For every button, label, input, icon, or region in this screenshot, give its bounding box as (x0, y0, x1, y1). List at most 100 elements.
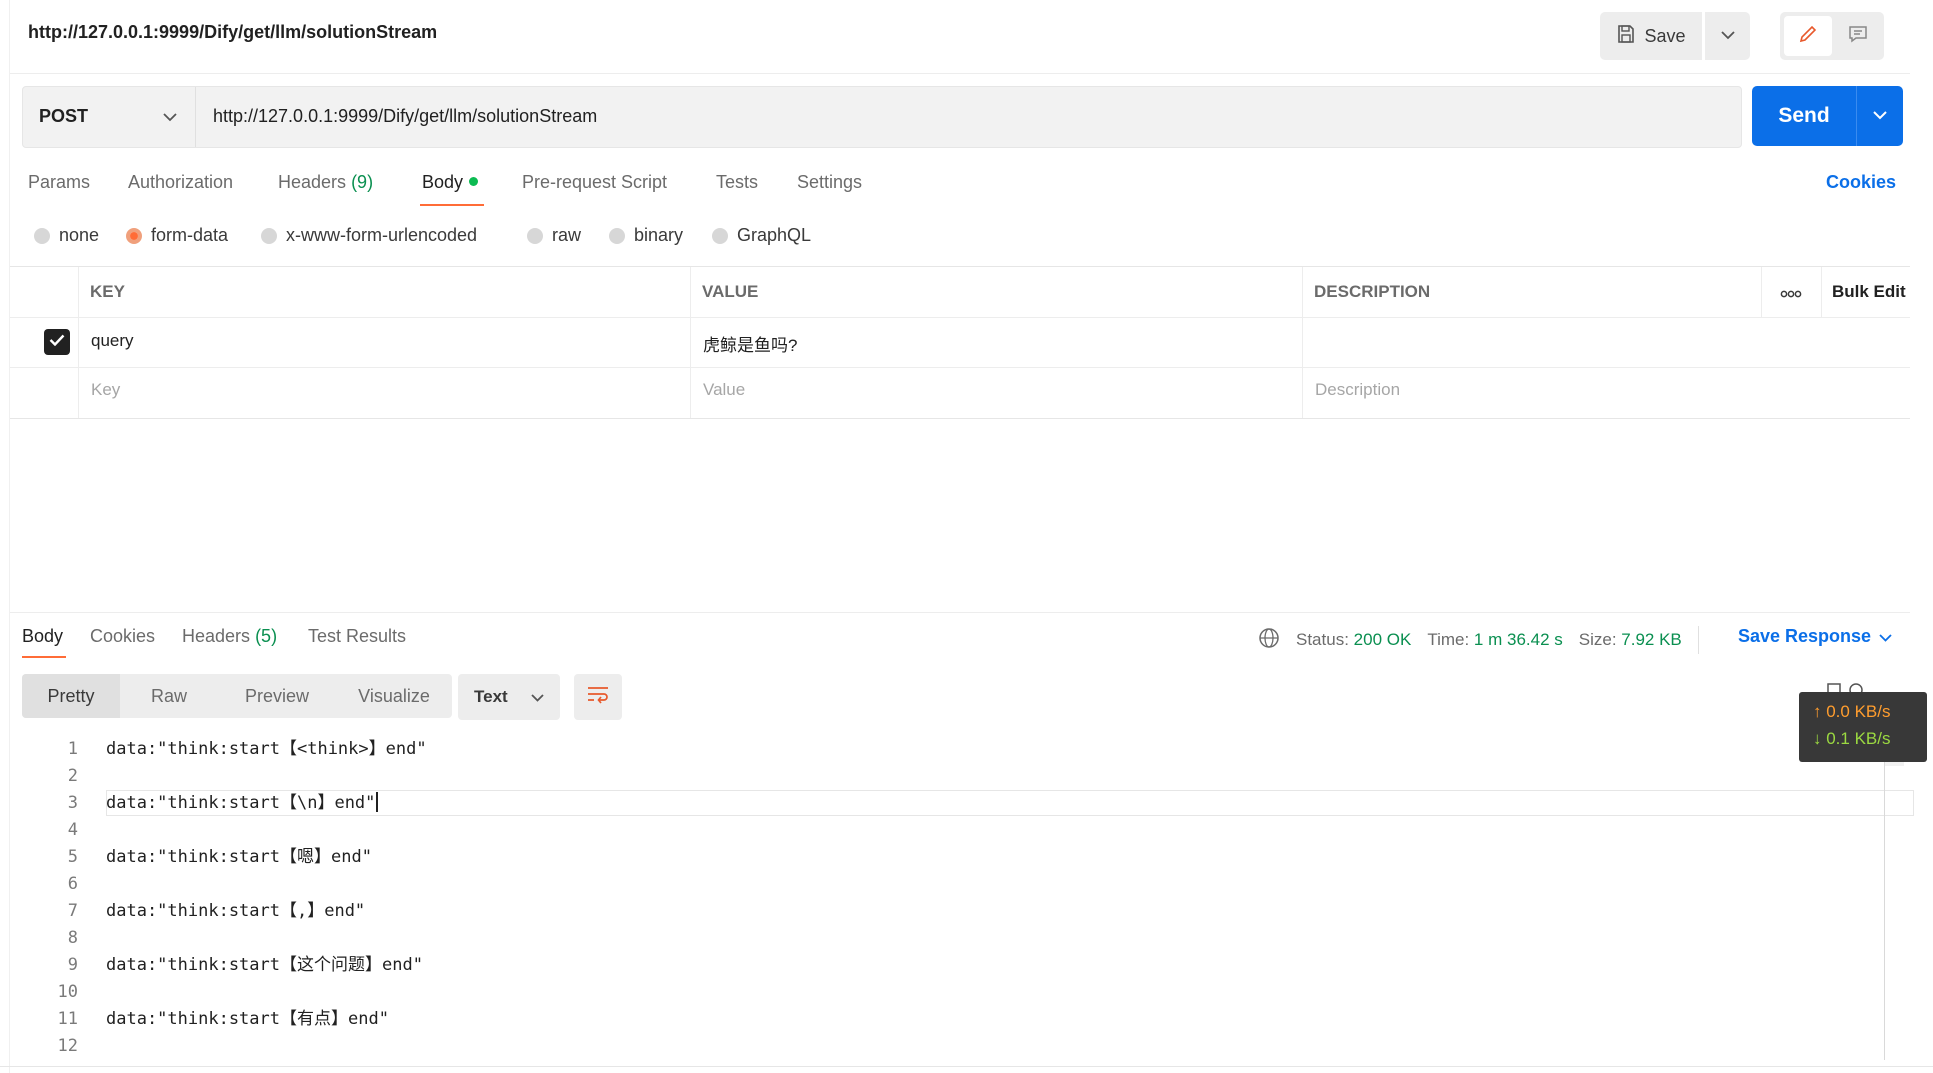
size-label: Size: (1578, 630, 1617, 649)
code-line: 11 data:"think:start【有点】end" (10, 1006, 1900, 1033)
tab-headers-count: (9) (351, 172, 374, 192)
line-text: data:"think:start【嗯】end" (106, 847, 372, 867)
response-tab-cookies[interactable]: Cookies (90, 626, 155, 647)
view-raw[interactable]: Raw (120, 674, 218, 718)
line-text: data:"think:start【\n】end" (106, 793, 376, 813)
line-number: 6 (67, 874, 78, 894)
chevron-down-icon (1720, 27, 1735, 45)
code-line: 5 data:"think:start【嗯】end" (10, 844, 1900, 871)
radio-raw[interactable]: raw (527, 225, 581, 246)
column-header-value: VALUE (702, 282, 759, 301)
radio-none[interactable]: none (34, 225, 99, 246)
save-dropdown-button[interactable] (1705, 12, 1750, 60)
response-tab-body[interactable]: Body (22, 626, 63, 647)
comments-button[interactable] (1834, 16, 1882, 56)
tab-tests[interactable]: Tests (716, 172, 758, 193)
key-placeholder[interactable]: Key (91, 380, 120, 400)
value-placeholder[interactable]: Value (703, 380, 745, 400)
editor-vertical-scrollbar[interactable] (1884, 736, 1885, 1060)
radio-circle (527, 227, 543, 244)
column-header-description: DESCRIPTION (1314, 282, 1431, 301)
view-preview[interactable]: Preview (218, 674, 336, 718)
send-button[interactable]: Send (1752, 86, 1856, 146)
send-dropdown-button[interactable] (1857, 86, 1903, 146)
status-label: Status: (1296, 630, 1349, 649)
active-response-tab-underline (22, 656, 66, 658)
col-divider (690, 267, 691, 418)
column-header-key: KEY (90, 282, 125, 301)
request-title[interactable]: http://127.0.0.1:9999/Dify/get/llm/solut… (28, 22, 437, 43)
radio-circle-selected (126, 227, 142, 244)
url-bar: POST http://127.0.0.1:9999/Dify/get/llm/… (22, 86, 1742, 148)
method-select[interactable]: POST (23, 87, 196, 147)
chevron-down-icon (163, 109, 177, 127)
line-number: 5 (67, 847, 78, 867)
row-divider (10, 367, 1910, 368)
response-body-editor[interactable]: 1 data:"think:start【<think>】end" 2 3 data:… (10, 736, 1914, 1066)
row-enabled-checkbox[interactable] (44, 329, 70, 355)
response-tab-headers[interactable]: Headers (5) (182, 626, 277, 647)
line-number: 10 (57, 982, 78, 1002)
response-tab-test-results[interactable]: Test Results (308, 626, 406, 647)
value-cell[interactable]: 虎鲸是鱼吗? (703, 331, 797, 356)
save-label: Save (1644, 25, 1686, 46)
tab-settings[interactable]: Settings (797, 172, 862, 193)
footer-divider (0, 1066, 1933, 1067)
chevron-down-icon (531, 687, 544, 707)
url-input[interactable]: http://127.0.0.1:9999/Dify/get/llm/solut… (213, 106, 597, 127)
col-divider (1302, 267, 1303, 418)
radio-label: none (59, 225, 100, 245)
radio-circle (609, 227, 625, 244)
time-readout: Time: 1 m 36.42 s (1427, 630, 1562, 650)
more-options-icon[interactable] (1780, 286, 1802, 304)
line-number: 11 (57, 1009, 78, 1029)
col-divider (1761, 267, 1762, 317)
description-placeholder[interactable]: Description (1315, 380, 1400, 400)
tab-params[interactable]: Params (28, 172, 90, 193)
radio-circle (34, 227, 50, 244)
edit-mode-button[interactable] (1784, 16, 1832, 56)
line-number: 2 (67, 766, 78, 786)
radio-label: x-www-form-urlencoded (286, 225, 478, 245)
chevron-down-icon (1879, 626, 1892, 647)
line-text: data:"think:start【<think>】end" (106, 739, 427, 759)
line-number: 3 (67, 793, 78, 813)
line-number: 8 (67, 928, 78, 948)
radio-form-data[interactable]: form-data (126, 225, 228, 246)
radio-graphql[interactable]: GraphQL (712, 225, 811, 246)
line-text: data:"think:start【这个问题】end" (106, 955, 423, 975)
line-text-with-caret: data:"think:start【\n】end" (106, 790, 379, 817)
radio-binary[interactable]: binary (609, 225, 683, 246)
meta-divider (1697, 626, 1699, 654)
save-button[interactable]: Save (1600, 12, 1702, 60)
code-line: 6 (10, 871, 1900, 898)
tab-prerequest-script[interactable]: Pre-request Script (522, 172, 667, 193)
wrap-lines-icon (586, 685, 610, 710)
key-cell[interactable]: query (91, 331, 134, 351)
radio-label: GraphQL (737, 225, 812, 245)
radio-x-www-form-urlencoded[interactable]: x-www-form-urlencoded (261, 225, 477, 246)
save-response-button[interactable]: Save Response (1738, 626, 1892, 647)
wrap-lines-button[interactable] (574, 674, 622, 720)
code-line: 7 data:"think:start【,】end" (10, 898, 1900, 925)
tab-authorization[interactable]: Authorization (128, 172, 233, 193)
upload-speed: ↑ 0.0 KB/s (1813, 702, 1891, 721)
response-tab-headers-label: Headers (182, 626, 251, 646)
pencil-icon (1798, 24, 1818, 49)
format-select[interactable]: Text (458, 674, 560, 720)
bulk-edit-button[interactable]: Bulk Edit (1832, 282, 1906, 302)
code-line: 2 (10, 763, 1900, 790)
col-divider (1821, 267, 1822, 317)
view-visualize[interactable]: Visualize (336, 674, 452, 718)
tab-body[interactable]: Body (422, 172, 479, 193)
radio-circle (261, 227, 277, 244)
cookies-link[interactable]: Cookies (1826, 172, 1896, 193)
time-value: 1 m 36.42 s (1473, 630, 1563, 649)
body-active-dot (469, 177, 479, 186)
radio-label: binary (634, 225, 684, 245)
view-pretty[interactable]: Pretty (22, 674, 120, 718)
download-speed: ↓ 0.1 KB/s (1813, 729, 1891, 748)
code-line: 8 (10, 925, 1900, 952)
tab-headers[interactable]: Headers (9) (278, 172, 373, 193)
globe-icon[interactable] (1258, 627, 1280, 654)
